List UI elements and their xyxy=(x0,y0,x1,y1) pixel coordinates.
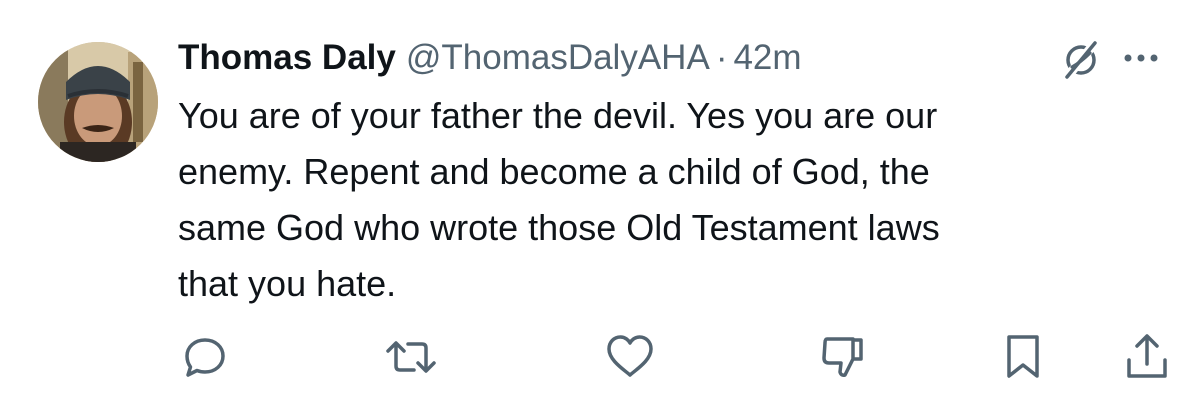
retweet-icon xyxy=(386,341,436,373)
share-button[interactable] xyxy=(1120,330,1174,384)
display-name[interactable]: Thomas Daly xyxy=(178,34,396,82)
avatar[interactable] xyxy=(38,42,158,162)
like-button[interactable] xyxy=(603,330,657,384)
avatar-image xyxy=(38,42,158,162)
retweet-button[interactable] xyxy=(384,330,438,384)
bookmark-icon xyxy=(1007,335,1039,378)
tweet[interactable]: Thomas Daly @ThomasDalyAHA · 42m You are… xyxy=(0,0,1200,412)
reply-button[interactable] xyxy=(178,330,232,384)
dislike-button[interactable] xyxy=(815,330,869,384)
share-icon xyxy=(1127,334,1167,378)
bookmark-button[interactable] xyxy=(996,330,1050,384)
reply-icon xyxy=(185,338,225,377)
timestamp[interactable]: 42m xyxy=(733,34,801,82)
dislike-icon xyxy=(822,337,863,377)
tweet-text: You are of your father the devil. Yes yo… xyxy=(178,95,940,304)
grok-icon[interactable] xyxy=(1058,36,1104,82)
user-handle[interactable]: @ThomasDalyAHA xyxy=(406,34,710,82)
tweet-header: Thomas Daly @ThomasDalyAHA · 42m xyxy=(178,34,802,82)
action-bar xyxy=(0,330,1200,386)
like-icon xyxy=(607,335,653,377)
more-icon[interactable] xyxy=(1118,48,1164,68)
separator-dot: · xyxy=(715,38,728,77)
